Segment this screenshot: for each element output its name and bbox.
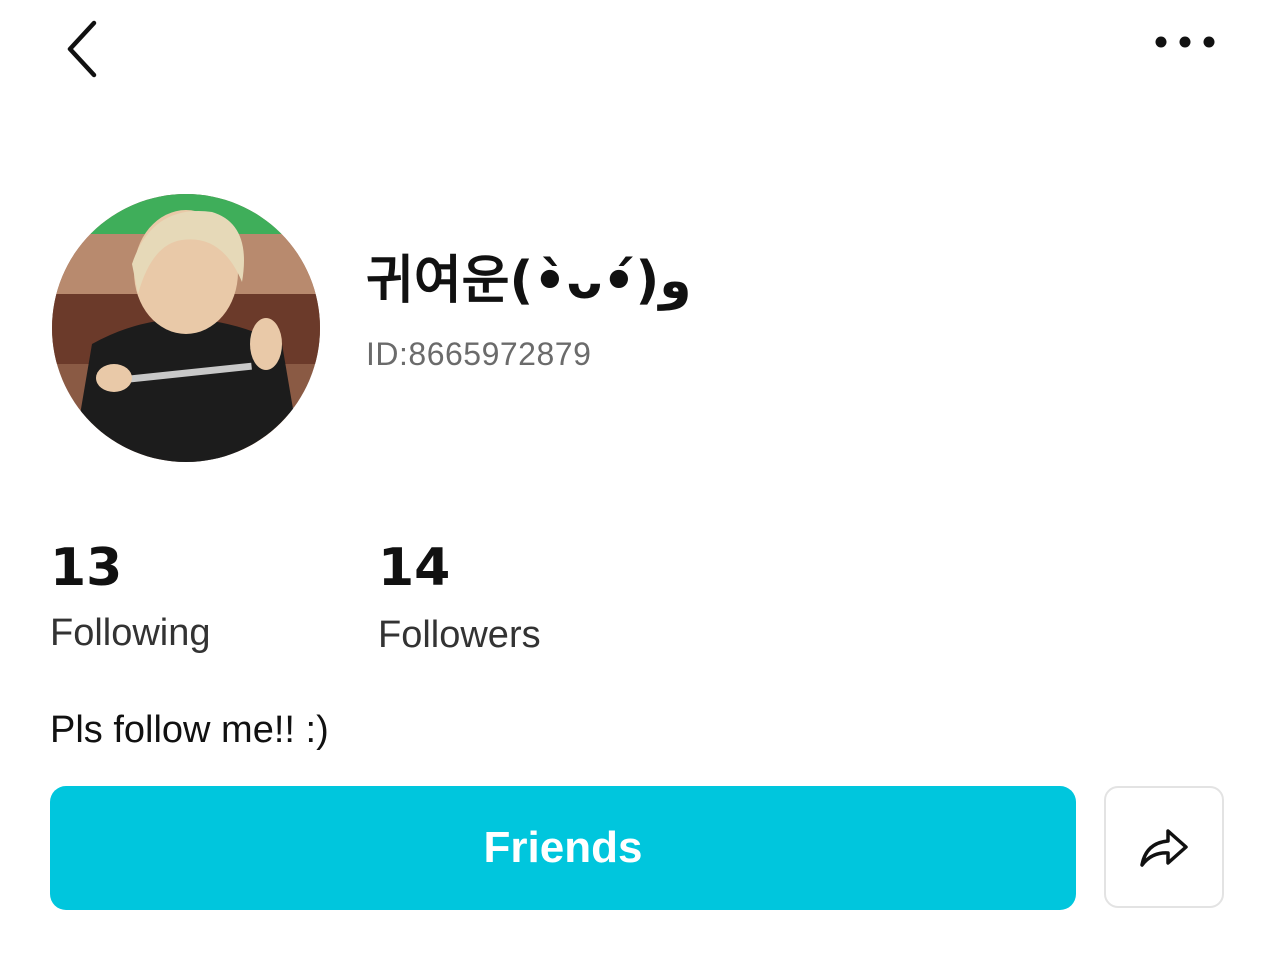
followers-count: 14 xyxy=(378,538,451,598)
more-options-button[interactable] xyxy=(1140,14,1230,70)
chevron-left-icon xyxy=(67,20,97,78)
display-name: 귀여운(•̀ᴗ•́)و xyxy=(366,251,692,311)
following-count: 13 xyxy=(50,538,123,598)
more-horizontal-icon xyxy=(1155,36,1215,48)
following-stat[interactable]: 13 Following xyxy=(50,536,310,656)
profile-photo xyxy=(52,194,320,462)
back-button[interactable] xyxy=(50,14,114,84)
friends-button[interactable]: Friends xyxy=(50,786,1076,910)
share-arrow-icon xyxy=(1140,829,1188,867)
following-label: Following xyxy=(50,612,211,654)
followers-stat[interactable]: 14 Followers xyxy=(378,536,638,658)
user-id: ID:8665972879 xyxy=(366,336,592,372)
top-bar xyxy=(0,0,1280,100)
followers-label: Followers xyxy=(378,614,541,656)
share-button[interactable] xyxy=(1104,786,1224,908)
bio-text: Pls follow me!! :) xyxy=(50,709,329,751)
avatar[interactable] xyxy=(52,194,320,462)
